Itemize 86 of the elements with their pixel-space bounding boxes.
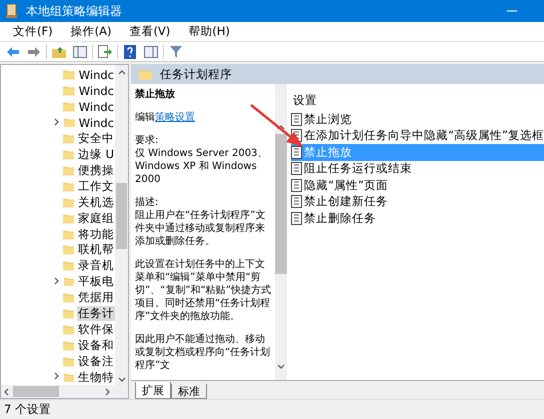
folder-icon: [62, 308, 74, 320]
scrollbar-thumb[interactable]: [116, 183, 127, 249]
tree-item[interactable]: 平板电: [77, 274, 115, 290]
folder-icon: [64, 117, 75, 128]
policy-icon: [291, 112, 302, 126]
tree-item[interactable]: 联机帮: [77, 242, 115, 258]
folder-icon: [62, 356, 74, 367]
description-label: 描述:: [135, 196, 160, 209]
header-title: 任务计划程序: [160, 66, 232, 82]
setting-row[interactable]: 禁止浏览: [291, 111, 544, 128]
policy-icon: [291, 178, 302, 192]
folder-icon: [63, 85, 75, 96]
requirements-label: 要求:: [135, 134, 160, 147]
folder-icon: [62, 228, 74, 240]
folder-icon: [62, 324, 74, 335]
folder-icon: [64, 372, 74, 383]
tree-item[interactable]: 生物特: [77, 370, 115, 385]
tree-item[interactable]: 关机选: [77, 194, 115, 210]
filter-icon[interactable]: [167, 43, 185, 60]
folder-icon: [64, 276, 74, 288]
edit-text: 编辑策略设置: [135, 111, 196, 124]
help-icon[interactable]: [121, 43, 139, 60]
description-paragraph: 阻止用户在“任务计划程序”文件夹中通过移动或复制程序来添加或删除任务。: [135, 209, 266, 248]
panel-icon[interactable]: [142, 43, 160, 60]
annotation-arrow: [250, 104, 304, 148]
tree-item[interactable]: Windc: [78, 68, 115, 82]
tree-item[interactable]: 凭据用: [77, 290, 115, 306]
folder-icon: [139, 68, 152, 80]
expand-chevron-icon[interactable]: [53, 276, 61, 287]
tree-item[interactable]: 家庭组: [77, 210, 115, 226]
menu-item[interactable]: 操作(A): [62, 24, 120, 39]
tab[interactable]: 扩展: [135, 382, 171, 399]
policy-icon: [291, 212, 302, 225]
tree-item[interactable]: Windc: [78, 100, 115, 114]
tab[interactable]: 标准: [171, 384, 207, 399]
menu-item[interactable]: 文件(F): [4, 24, 62, 39]
folder-icon: [62, 148, 74, 160]
column-header: 设置: [292, 93, 318, 109]
folder-icon: [63, 69, 75, 80]
menu-item[interactable]: 查看(V): [120, 24, 180, 39]
policy-icon: [291, 162, 302, 176]
folder-icon: [62, 212, 74, 224]
folder-icon: [62, 260, 74, 272]
policy-icon: [291, 195, 302, 208]
folder-icon: [62, 292, 74, 304]
folder-icon: [62, 164, 74, 176]
tree-item[interactable]: 设备注: [77, 354, 115, 369]
policy-title: 禁止拖放: [135, 88, 176, 101]
tree-item[interactable]: 边缘 U: [76, 146, 115, 162]
tree-item[interactable]: 将功能: [77, 226, 115, 242]
scrollbar-thumb[interactable]: [13, 386, 59, 397]
requirements-text: 仅 Windows Server 2003、Windows XP 和 Windows 2000: [135, 147, 268, 186]
tree-item[interactable]: 软件保: [77, 322, 115, 337]
scrollbar[interactable]: [275, 84, 288, 380]
tree-item[interactable]: 设备和: [77, 338, 115, 353]
setting-row[interactable]: 阻止任务运行或结束: [291, 160, 544, 177]
folder-icon: [62, 180, 74, 192]
window-title: 本地组策略编辑器: [26, 2, 123, 20]
panel-icon[interactable]: [71, 43, 89, 60]
policy-settings-link[interactable]: 策略设置: [155, 112, 195, 123]
scrollbar[interactable]: [115, 65, 128, 385]
menu-item[interactable]: 帮助(H): [179, 24, 239, 39]
app-icon: [6, 4, 18, 18]
setting-row[interactable]: 禁止创建新任务: [291, 194, 544, 210]
setting-row[interactable]: 隐藏“属性”页面: [291, 177, 544, 194]
folder-icon: [62, 196, 74, 208]
tree-item[interactable]: Windc: [78, 84, 115, 98]
scrollbar[interactable]: [1, 385, 128, 398]
setting-row[interactable]: 禁止删除任务: [291, 210, 544, 226]
status-text: 7 个设置: [4, 402, 51, 417]
description-paragraph: 此设置在计划任务中的上下文菜单和“编辑”菜单中禁用“剪切”、“复制”和“粘贴”快捷方式项目。同时还禁用“任务计划程序”文件夹的拖放功能。: [135, 258, 272, 323]
description-paragraph: 因此用户不能通过拖动、移动或复制文档或程序向“任务计划程序”文: [135, 333, 272, 372]
tree-item[interactable]: 录音机: [77, 258, 115, 274]
export-icon[interactable]: [96, 43, 114, 60]
tree-item[interactable]: 工作文: [77, 178, 115, 194]
tree-item[interactable]: 任务计: [77, 306, 115, 322]
scrollbar-thumb[interactable]: [275, 134, 288, 274]
folder-icon: [62, 133, 74, 144]
tree-item[interactable]: 安全中: [77, 131, 115, 146]
folder-icon: [63, 101, 75, 112]
folder-icon: [62, 244, 74, 256]
folder-icon: [62, 340, 74, 351]
expand-chevron-icon[interactable]: [53, 118, 61, 128]
tree-item[interactable]: 便携操: [77, 162, 115, 178]
tree-item[interactable]: Windc: [78, 116, 115, 130]
policy-icon: [291, 146, 302, 159]
